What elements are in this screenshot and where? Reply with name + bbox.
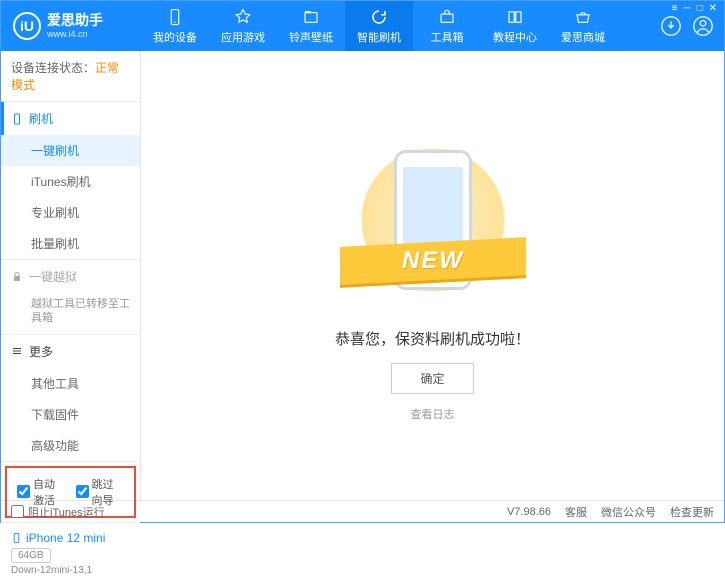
auto-activate-checkbox[interactable]: [17, 485, 30, 498]
success-message: 恭喜您，保资料刷机成功啦！: [335, 328, 530, 349]
view-log-link[interactable]: 查看日志: [411, 406, 455, 422]
wechat-link[interactable]: 微信公众号: [601, 504, 656, 520]
new-banner: NEW: [340, 237, 526, 285]
tab-ringtones[interactable]: 铃声壁纸: [277, 1, 345, 51]
device-storage: 64GB: [11, 548, 51, 563]
tab-apps[interactable]: 应用游戏: [209, 1, 277, 51]
section-title: 一键越狱: [29, 268, 77, 285]
tab-label: 应用游戏: [221, 29, 265, 45]
tab-my-device[interactable]: 我的设备: [141, 1, 209, 51]
list-icon: [11, 345, 23, 357]
block-itunes-checkbox[interactable]: [11, 505, 24, 518]
book-icon: [506, 8, 524, 26]
tab-shop[interactable]: 爱思商城: [549, 1, 617, 51]
main-content: NEW 恭喜您，保资料刷机成功啦！ 确定 查看日志: [141, 51, 724, 500]
download-icon[interactable]: [660, 15, 682, 37]
skip-guide-checkbox[interactable]: [76, 485, 89, 498]
tab-label: 工具箱: [431, 29, 464, 45]
app-title: 爱思助手: [47, 13, 103, 28]
sidebar-section-flash[interactable]: 刷机: [1, 102, 140, 135]
sidebar-section-more[interactable]: 更多: [1, 335, 140, 368]
section-title: 更多: [29, 343, 53, 360]
sidebar-item-download-firmware[interactable]: 下载固件: [1, 399, 140, 430]
tab-toolbox[interactable]: 工具箱: [413, 1, 481, 51]
logo-icon: iU: [13, 12, 41, 40]
folder-icon: [302, 8, 320, 26]
tab-label: 铃声壁纸: [289, 29, 333, 45]
version-label: V7.98.66: [507, 506, 551, 518]
tab-smart-flash[interactable]: 智能刷机: [345, 1, 413, 51]
sidebar-item-advanced[interactable]: 高级功能: [1, 430, 140, 461]
support-link[interactable]: 客服: [565, 504, 587, 520]
tab-label: 我的设备: [153, 29, 197, 45]
device-icon: [11, 531, 22, 545]
jailbreak-note: 越狱工具已转移至工具箱: [1, 293, 140, 334]
user-icon[interactable]: [692, 15, 714, 37]
block-itunes-label: 阻止iTunes运行: [28, 504, 105, 520]
refresh-icon: [370, 8, 388, 26]
tab-label: 教程中心: [493, 29, 537, 45]
sidebar-item-pro-flash[interactable]: 专业刷机: [1, 197, 140, 228]
device-name: iPhone 12 mini: [11, 531, 130, 545]
titlebar: iU 爱思助手 www.i4.cn 我的设备 应用游戏 铃声壁纸 智能刷机 工具…: [1, 1, 724, 51]
sidebar: 设备连接状态：正常模式 刷机 一键刷机 iTunes刷机 专业刷机 批量刷机 一…: [1, 51, 141, 500]
sidebar-item-itunes-flash[interactable]: iTunes刷机: [1, 166, 140, 197]
apps-icon: [234, 8, 252, 26]
close-icon[interactable]: ✕: [709, 3, 717, 14]
section-title: 刷机: [29, 110, 53, 127]
sidebar-item-batch-flash[interactable]: 批量刷机: [1, 228, 140, 259]
status-label: 设备连接状态：: [11, 61, 95, 75]
logo: iU 爱思助手 www.i4.cn: [1, 12, 141, 40]
menu-icon[interactable]: ≡: [672, 3, 678, 14]
phone-outline-icon: [11, 113, 23, 125]
nav-tabs: 我的设备 应用游戏 铃声壁纸 智能刷机 工具箱 教程中心 爱思商城: [141, 1, 650, 51]
check-update-link[interactable]: 检查更新: [670, 504, 714, 520]
device-info[interactable]: iPhone 12 mini 64GB Down-12mini-13,1: [1, 522, 140, 584]
tab-label: 爱思商城: [561, 29, 605, 45]
ok-button[interactable]: 确定: [391, 363, 473, 394]
device-firmware: Down-12mini-13,1: [11, 565, 130, 576]
tab-label: 智能刷机: [357, 29, 401, 45]
sidebar-item-oneclick-flash[interactable]: 一键刷机: [1, 135, 140, 166]
window-controls: ≡ ─ □ ✕: [672, 3, 717, 14]
app-url: www.i4.cn: [47, 29, 103, 39]
tab-tutorials[interactable]: 教程中心: [481, 1, 549, 51]
connection-status: 设备连接状态：正常模式: [1, 51, 140, 102]
sidebar-section-jailbreak: 一键越狱: [1, 260, 140, 293]
titlebar-actions: [650, 15, 724, 37]
success-illustration: NEW: [358, 130, 508, 310]
minimize-icon[interactable]: ─: [683, 3, 690, 14]
lock-icon: [11, 271, 23, 283]
sidebar-item-other-tools[interactable]: 其他工具: [1, 368, 140, 399]
maximize-icon[interactable]: □: [697, 3, 703, 14]
toolbox-icon: [438, 8, 456, 26]
shop-icon: [574, 8, 592, 26]
phone-icon: [166, 8, 184, 26]
